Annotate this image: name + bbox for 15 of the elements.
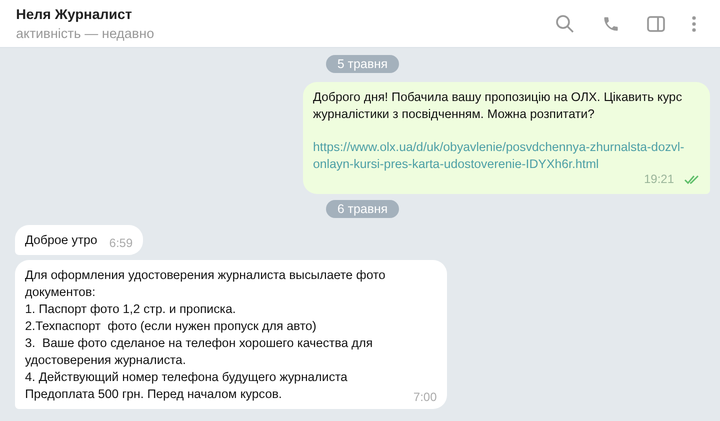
sidebar-toggle-icon[interactable]	[647, 14, 665, 32]
message-text: Доброе утро	[25, 232, 98, 249]
search-icon[interactable]	[555, 14, 575, 34]
date-badge: 5 травня	[326, 55, 399, 73]
message-time: 19:21	[644, 171, 674, 188]
message-time: 6:59	[109, 235, 133, 252]
message-link[interactable]: https://www.olx.ua/d/uk/obyavlenie/posvdchennya-zhurnalsta-dozvl-onlayn-kursi-pres-karta-udostoverenie-IDYXh6r.html	[313, 139, 700, 173]
contact-name: Неля Журналист	[16, 6, 134, 22]
more-icon[interactable]	[692, 16, 696, 32]
message-text: Для оформления удостоверения журналиста высылаете фото документов: 1. Паспорт фото 1,2 стр. и прописка. 2.Техпаспорт фото (если нужен пропуск для авто) 3. Ваше фото сделаное на телефон хорошего качества для удостоверения журналиста. 4. Действующий номер телефона будущего журналиста Предоплата 500 грн. Перед началом курсов.	[25, 267, 386, 403]
contact-status: активність — недавно	[16, 26, 156, 41]
phone-icon[interactable]	[602, 14, 620, 32]
message-time: 7:00	[413, 389, 437, 406]
message-text: Доброго дня! Побачила вашу пропозицію на ОЛХ. Цікавить курс журналістики з посвідченням. Можна розпитати?	[313, 89, 684, 123]
date-badge: 6 травня	[326, 200, 399, 218]
